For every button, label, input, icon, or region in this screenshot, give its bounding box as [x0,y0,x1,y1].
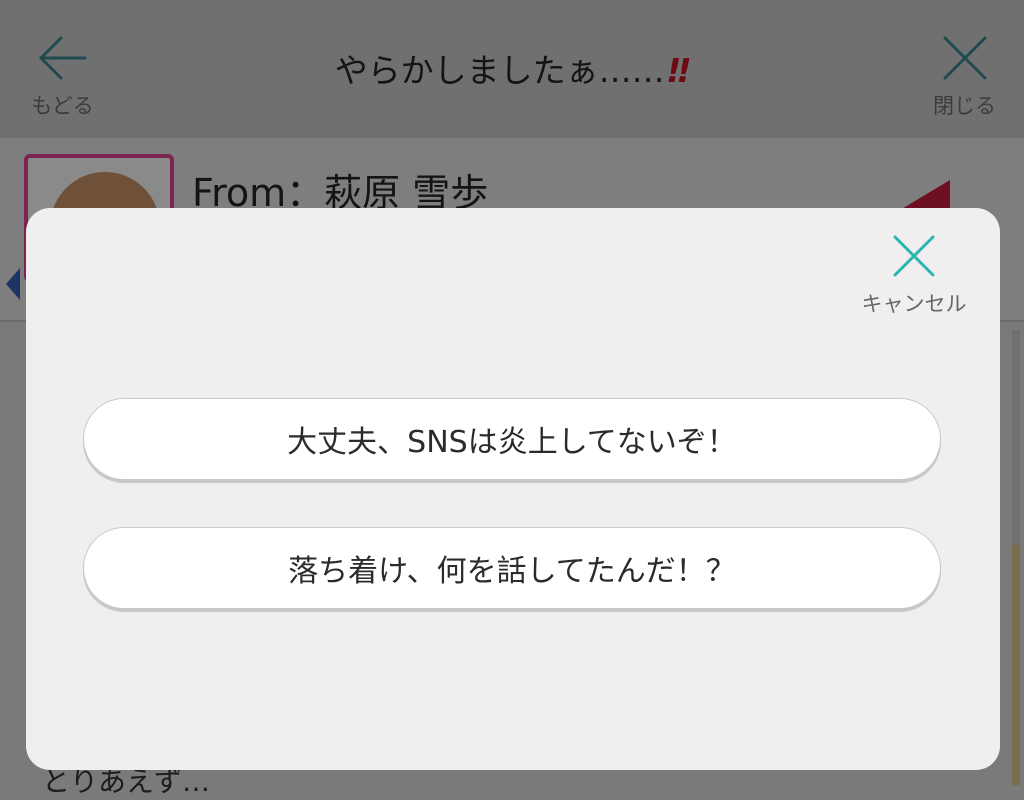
title-exclamation-mark: ‼ [668,51,690,90]
page-title-text: やらかしましたぁ…… [334,51,665,90]
reply-choice-label: 大丈夫、SNSは炎上してないぞ！ [287,425,737,460]
cancel-label: キャンセル [861,292,967,316]
scrollbar-thumb[interactable] [1012,545,1020,785]
previous-arrow-icon[interactable] [6,268,20,300]
reply-choice-button[interactable]: 大丈夫、SNSは炎上してないぞ！ [83,398,941,480]
close-x-icon [943,36,986,80]
reply-choice-label: 落ち着け、何を話してたんだ！？ [288,554,736,589]
reply-choice-button[interactable]: 落ち着け、何を話してたんだ！？ [83,527,941,609]
back-button[interactable]: もどる [20,30,105,125]
close-button[interactable]: 閉じる [922,30,1007,125]
cancel-x-icon [893,235,935,277]
reply-choice-modal: キャンセル 大丈夫、SNSは炎上してないぞ！ 落ち着け、何を話してたんだ！？ [26,208,1000,770]
header-bar: もどる やらかしましたぁ…… ‼ 閉じる [0,0,1024,138]
back-label: もどる [31,94,94,118]
close-label: 閉じる [933,94,996,118]
cancel-button[interactable]: キャンセル [854,228,974,318]
back-arrow-icon [38,36,86,80]
page-title: やらかしましたぁ…… ‼ [200,44,824,92]
